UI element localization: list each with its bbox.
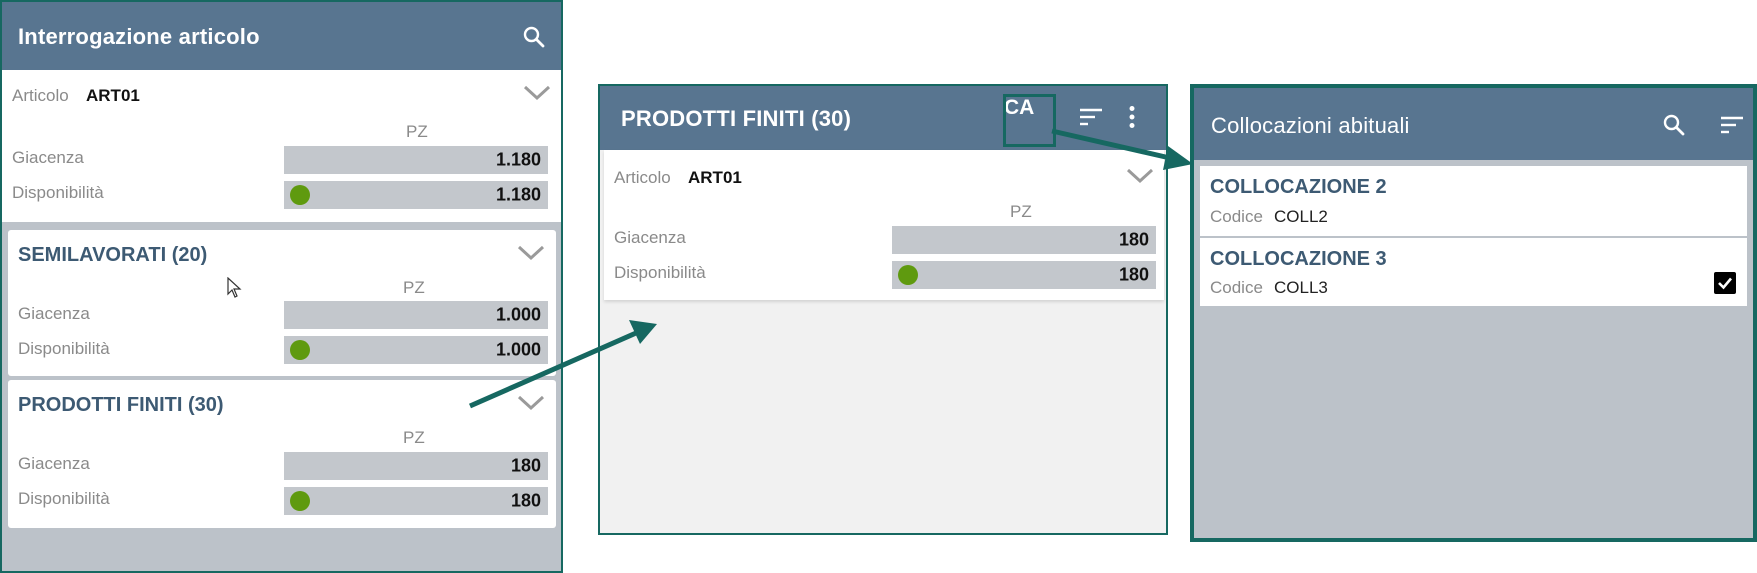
availability-status-dot <box>290 185 310 205</box>
ca-highlight-box <box>1003 94 1056 147</box>
unit-label: PZ <box>1010 202 1032 221</box>
location-name: COLLOCAZIONE 3 <box>1210 248 1387 270</box>
giacenza-bar: 1.000 <box>284 301 548 329</box>
group-card-semilavorati[interactable]: SEMILAVORATI (20) PZ Giacenza 1.000 Disp… <box>8 230 556 376</box>
giacenza-label: Giacenza <box>614 228 686 247</box>
group-card-prodotti-finiti[interactable]: PRODOTTI FINITI (30) PZ Giacenza 180 Dis… <box>8 380 556 528</box>
group-title: PRODOTTI FINITI (30) <box>18 394 224 416</box>
disponibilita-value: 180 <box>510 490 541 511</box>
page-title: PRODOTTI FINITI (30) <box>621 106 852 131</box>
disponibilita-label: Disponibilità <box>614 263 706 282</box>
app-bar: Interrogazione articolo <box>2 2 561 70</box>
sort-icon[interactable] <box>1720 114 1744 136</box>
disponibilita-value: 1.180 <box>495 184 541 205</box>
article-summary-card: Articolo ART01 PZ Giacenza 1.180 Disponi… <box>2 70 561 222</box>
giacenza-value: 1.180 <box>495 149 541 170</box>
giacenza-value: 1.000 <box>495 304 541 325</box>
sort-icon[interactable] <box>1079 106 1103 128</box>
disponibilita-label: Disponibilità <box>18 339 110 358</box>
checkbox-checked-icon[interactable] <box>1714 272 1736 294</box>
code-label: Codice <box>1210 207 1263 226</box>
disponibilita-bar: 1.180 <box>284 181 548 209</box>
availability-status-dot <box>290 491 310 511</box>
availability-status-dot <box>898 265 918 285</box>
code-label: Codice <box>1210 278 1263 297</box>
location-code: COLL2 <box>1274 207 1328 226</box>
search-icon[interactable] <box>522 25 546 49</box>
unit-label: PZ <box>403 428 425 447</box>
giacenza-bar: 180 <box>284 452 548 480</box>
chevron-down-icon[interactable] <box>516 393 546 413</box>
list-item[interactable]: COLLOCAZIONE 3 Codice COLL3 <box>1200 238 1747 306</box>
disponibilita-label: Disponibilità <box>18 489 110 508</box>
chevron-down-icon[interactable] <box>1125 166 1155 186</box>
disponibilita-label: Disponibilità <box>12 183 104 202</box>
article-code: ART01 <box>688 168 742 187</box>
unit-label: PZ <box>403 278 425 297</box>
location-code: COLL3 <box>1274 278 1328 297</box>
page-title: Interrogazione articolo <box>18 24 260 49</box>
list-item[interactable]: COLLOCAZIONE 2 Codice COLL2 <box>1200 166 1747 236</box>
screen-collocazioni-abituali: Collocazioni abituali COLLOCAZIONE 2 Cod… <box>1190 84 1757 542</box>
giacenza-bar: 180 <box>892 226 1156 254</box>
more-vert-icon[interactable] <box>1127 105 1137 129</box>
chevron-down-icon[interactable] <box>522 83 552 103</box>
article-label: Articolo <box>12 86 69 105</box>
unit-label: PZ <box>406 122 428 141</box>
app-bar: PRODOTTI FINITI (30) CA <box>600 86 1166 150</box>
chevron-down-icon[interactable] <box>516 243 546 263</box>
disponibilita-bar: 180 <box>284 487 548 515</box>
giacenza-label: Giacenza <box>18 454 90 473</box>
giacenza-label: Giacenza <box>12 148 84 167</box>
location-name: COLLOCAZIONE 2 <box>1210 176 1387 198</box>
screen-prodotti-finiti: PRODOTTI FINITI (30) CA Articolo ART01 P… <box>598 84 1168 535</box>
disponibilita-value: 180 <box>1118 264 1149 285</box>
article-code: ART01 <box>86 86 140 105</box>
article-detail-card: Articolo ART01 PZ Giacenza 180 Disponibi… <box>604 150 1164 300</box>
mouse-cursor-icon <box>227 277 242 298</box>
availability-status-dot <box>290 340 310 360</box>
giacenza-bar: 1.180 <box>284 146 548 174</box>
disponibilita-bar: 1.000 <box>284 336 548 364</box>
app-bar: Collocazioni abituali <box>1194 88 1753 160</box>
screen-interrogazione-articolo: Interrogazione articolo Articolo ART01 P… <box>0 0 563 573</box>
search-icon[interactable] <box>1662 113 1686 137</box>
group-title: SEMILAVORATI (20) <box>18 244 208 266</box>
giacenza-label: Giacenza <box>18 304 90 323</box>
article-label: Articolo <box>614 168 671 187</box>
giacenza-value: 180 <box>510 455 541 476</box>
disponibilita-value: 1.000 <box>495 339 541 360</box>
giacenza-value: 180 <box>1118 229 1149 250</box>
disponibilita-bar: 180 <box>892 261 1156 289</box>
page-title: Collocazioni abituali <box>1211 113 1410 138</box>
